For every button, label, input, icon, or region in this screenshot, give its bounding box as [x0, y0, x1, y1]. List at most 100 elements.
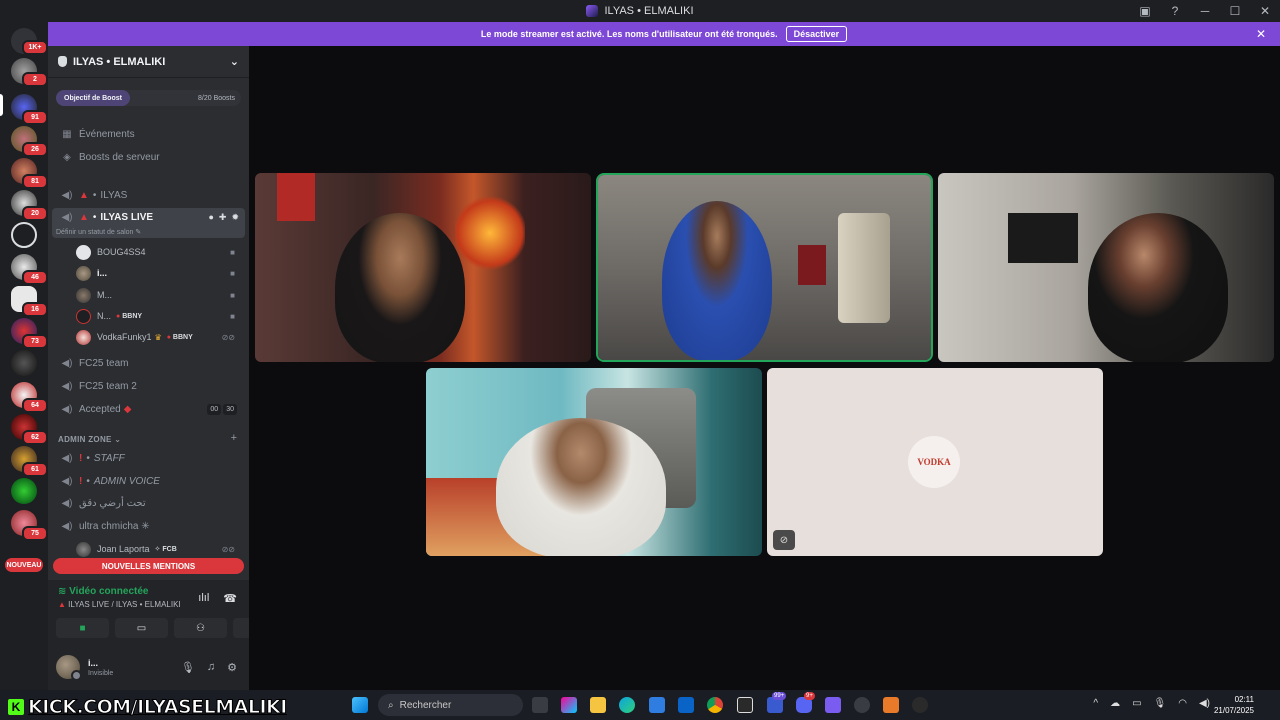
microphone-icon[interactable]: 🎙︎ [1154, 698, 1167, 709]
member-name: Joan Laporta [97, 544, 150, 554]
speaker-icon: ◀) [61, 520, 73, 532]
gear-icon[interactable]: ⚙ [227, 661, 237, 674]
microphone-icon[interactable]: 🎙︎ [181, 661, 195, 674]
close-window-button[interactable]: ✕ [1250, 0, 1280, 22]
close-icon[interactable]: ✕ [1256, 27, 1266, 41]
server-header[interactable]: ILYAS • ELMALIKI ⌄ [48, 46, 249, 78]
video-tile-2[interactable] [598, 175, 931, 360]
voice-member[interactable]: i... ■ [76, 264, 241, 282]
chevron-down-icon[interactable]: ⌄ [230, 55, 239, 68]
outlook-icon[interactable] [678, 697, 694, 713]
headphones-icon[interactable]: ♫ [207, 661, 215, 674]
voice-member[interactable]: N... ● BBNY ■ [76, 307, 241, 325]
chevron-up-icon[interactable]: ^ [1093, 698, 1098, 709]
voice-member[interactable]: M... ■ [76, 286, 241, 304]
server-badge-13: 61 [22, 462, 48, 477]
battery-icon[interactable]: ▭ [1132, 698, 1141, 709]
screen-share-button[interactable]: ▭ [115, 618, 168, 638]
gamepad-icon[interactable] [825, 697, 841, 713]
tag-icon: ● [166, 333, 171, 341]
camera-button[interactable]: ■ [56, 618, 109, 638]
new-mentions-button[interactable]: NOUVELLES MENTIONS [53, 558, 244, 574]
camera-icon: ■ [230, 268, 235, 278]
channel-accepted[interactable]: ◀) Accepted ◆ 00 30 [52, 399, 245, 419]
server-badge-9: 73 [22, 334, 48, 349]
counter-current: 00 [207, 403, 222, 415]
video-tile-1[interactable] [255, 173, 591, 362]
user-panel: i... Invisible 🎙︎ ♫ ⚙ [56, 650, 241, 684]
taskbar-search[interactable]: ⌕ Rechercher [378, 694, 523, 716]
category-admin-zone-label: ADMIN ZONE [58, 435, 112, 444]
voice-member[interactable]: Joan Laporta ✧ FCB ⊘⊘ [76, 540, 241, 558]
channel-ilyas-label: ILYAS [100, 189, 128, 201]
server-icon-6[interactable] [11, 222, 37, 248]
channel-admin-voice[interactable]: ◀) ! • ADMIN VOICE [52, 471, 245, 491]
disable-streamer-mode-button[interactable]: Désactiver [785, 26, 848, 42]
avatar [76, 308, 91, 324]
nav-events[interactable]: ▦ Événements [52, 124, 245, 144]
calendar-icon: ▦ [62, 128, 72, 140]
channel-fc25-team-2[interactable]: ◀) FC25 team 2 [52, 376, 245, 396]
channel-fc25-team[interactable]: ◀) FC25 team [52, 353, 245, 373]
activities-button[interactable]: ⚇ [174, 618, 227, 638]
video-tile-3[interactable] [938, 173, 1274, 362]
chrome-icon[interactable] [707, 697, 723, 713]
voice-status-label: Vidéo connectée [69, 586, 149, 597]
channel-staff[interactable]: ◀) ! • STAFF [52, 448, 245, 468]
video-tile-4[interactable] [426, 368, 762, 556]
volume-icon[interactable]: ◀) [1199, 698, 1210, 709]
member-name: N... [97, 311, 112, 321]
file-explorer-icon[interactable] [590, 697, 606, 713]
server-icon-10[interactable] [11, 350, 37, 376]
channel-ultra-chmicha[interactable]: ◀) ultra chmicha ✳ [52, 516, 245, 536]
media-icon[interactable] [912, 697, 928, 713]
system-clock[interactable]: 02:11 21/07/2025 [1214, 694, 1254, 716]
voice-member[interactable]: VodkaFunky1 ♛ ● BBNY ⊘⊘ [76, 328, 241, 346]
task-view-icon[interactable] [532, 697, 548, 713]
category-admin-zone[interactable]: ADMIN ZONE ⌄ [58, 435, 121, 444]
server-icon-14[interactable] [11, 478, 37, 504]
maximize-button[interactable]: ☐ [1220, 0, 1250, 22]
noise-suppression-icon[interactable]: ılıl [198, 592, 209, 605]
wifi-icon[interactable]: ◠ [1178, 698, 1187, 709]
copilot-icon[interactable] [561, 697, 577, 713]
boost-goal-label: Objectif de Boost [56, 90, 130, 106]
member-tag: ● BBNY [116, 313, 142, 320]
streamer-person [662, 201, 772, 360]
boost-goal-bar[interactable]: Objectif de Boost 8/20 Boosts [56, 90, 241, 106]
set-channel-status[interactable]: Définir un statut de salon ✎ [56, 228, 141, 236]
capcut-icon[interactable] [737, 697, 753, 713]
shield-icon [58, 56, 67, 67]
member-name: VodkaFunky1 [97, 332, 152, 342]
add-user-icon[interactable]: ✚ [219, 212, 227, 223]
disconnect-icon[interactable]: ☎ [223, 592, 237, 605]
obs-icon[interactable] [883, 697, 899, 713]
chair-decoration [838, 213, 890, 323]
edge-icon[interactable] [619, 697, 635, 713]
voice-member[interactable]: BOUG4SS4 ■ [76, 243, 241, 261]
video-tile-5[interactable]: VODKA ⊘ [767, 368, 1103, 556]
muted-deafened-icons: ⊘⊘ [221, 332, 235, 342]
monitor-decoration [1008, 213, 1078, 263]
store-icon[interactable] [649, 697, 665, 713]
avatar[interactable] [56, 655, 82, 681]
voice-channel-path[interactable]: ▲ ILYAS LIVE / ILYAS • ELMALIKI [58, 600, 181, 609]
server-badge-3: 26 [22, 142, 48, 157]
channel-arabic[interactable]: ◀) تحت أرضي دقق [52, 493, 245, 513]
new-servers-badge[interactable]: NOUVEAU [5, 558, 43, 572]
poster-decoration [798, 245, 826, 285]
steam-icon[interactable] [854, 697, 870, 713]
inbox-icon[interactable]: ▣ [1130, 0, 1160, 22]
channel-ilyas[interactable]: ◀) ▲ • ILYAS [52, 185, 245, 205]
minimize-button[interactable]: ─ [1190, 0, 1220, 22]
gear-icon[interactable]: ✹ [231, 212, 239, 223]
chat-icon[interactable]: ● [208, 212, 213, 223]
windows-start-icon[interactable] [352, 697, 368, 713]
signal-icon: ≋ [58, 586, 67, 597]
nav-server-boosts[interactable]: ◈ Boosts de serveur [52, 147, 245, 167]
network-icon[interactable]: ☁ [1110, 698, 1120, 709]
add-channel-icon[interactable]: + [231, 432, 237, 444]
siren-icon: ▲ [58, 600, 66, 609]
muted-deafened-icons: ⊘⊘ [221, 544, 235, 554]
help-icon[interactable]: ? [1160, 0, 1190, 22]
